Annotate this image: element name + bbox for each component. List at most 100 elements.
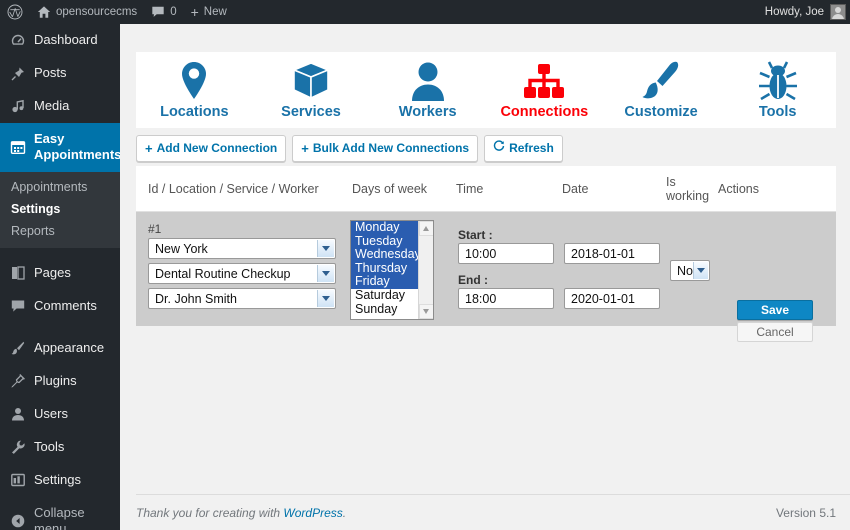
refresh-button[interactable]: Refresh (484, 135, 563, 162)
sidebar-divider (0, 248, 120, 257)
bulk-add-connections-label: Bulk Add New Connections (313, 141, 469, 157)
wordpress-logo-button[interactable] (0, 0, 30, 24)
comments-button[interactable]: 0 (144, 0, 183, 24)
settings-icon (9, 472, 26, 489)
bug-icon (758, 60, 798, 102)
footer-thanks-prefix: Thank you for creating with (136, 506, 283, 520)
nav-item-label: Workers (399, 104, 457, 120)
user-icon (9, 406, 26, 423)
wordpress-link[interactable]: WordPress (283, 506, 342, 520)
sidebar-item-settings[interactable]: Settings (0, 464, 120, 497)
location-select[interactable]: New York (148, 238, 336, 259)
home-icon (37, 5, 51, 19)
sidebar-item-users[interactable]: Users (0, 398, 120, 431)
days-of-week-listbox[interactable]: Monday Tuesday Wednesday Thursday Friday… (350, 220, 434, 320)
bulk-add-connections-button[interactable]: + Bulk Add New Connections (292, 135, 478, 162)
box-icon (291, 60, 331, 102)
add-new-connection-button[interactable]: + Add New Connection (136, 135, 286, 162)
end-date-input[interactable]: 2020-01-01 (564, 288, 660, 309)
nav-item-customize[interactable]: Customize (603, 60, 720, 120)
nav-item-workers[interactable]: Workers (369, 60, 486, 120)
sidebar-item-posts[interactable]: Posts (0, 57, 120, 90)
sidebar-item-label: Posts (34, 65, 67, 81)
end-time-input[interactable]: 18:00 (458, 288, 554, 309)
nav-item-tools[interactable]: Tools (719, 60, 836, 120)
sidebar-item-pages[interactable]: Pages (0, 257, 120, 290)
sidebar-item-label: Pages (34, 265, 71, 281)
start-time-input[interactable]: 10:00 (458, 243, 554, 264)
worker-select-value: Dr. John Smith (155, 292, 237, 306)
main-content: Locations Services Workers Connections (120, 24, 850, 530)
row-id-label: #1 (148, 222, 161, 236)
plus-icon: + (145, 142, 153, 155)
sidebar-item-comments[interactable]: Comments (0, 290, 120, 323)
start-date-input[interactable]: 2018-01-01 (564, 243, 660, 264)
sidebar-item-dashboard[interactable]: Dashboard (0, 24, 120, 57)
paintbrush-icon (9, 340, 26, 357)
submenu-item-appointments[interactable]: Appointments (0, 176, 120, 198)
new-content-button[interactable]: + New (184, 0, 234, 24)
location-select-value: New York (155, 242, 208, 256)
scroll-down-icon[interactable] (419, 304, 434, 319)
sidebar-item-media[interactable]: Media (0, 90, 120, 123)
submenu-item-reports[interactable]: Reports (0, 220, 120, 242)
plus-icon: + (191, 4, 199, 20)
chevron-down-icon (693, 262, 708, 279)
sidebar-item-easy-appointments[interactable]: Easy Appointments (0, 123, 120, 172)
sidebar-item-label: Easy Appointments (34, 131, 121, 164)
cancel-button[interactable]: Cancel (737, 322, 813, 342)
nav-item-locations[interactable]: Locations (136, 60, 253, 120)
pages-icon (9, 265, 26, 282)
chevron-down-icon (317, 290, 334, 307)
is-working-select-value: No (677, 264, 693, 278)
connection-edit-row: #1 New York Dental Routine Checkup Dr. J… (136, 212, 836, 326)
pin-icon (9, 65, 26, 82)
sidebar-item-label: Collapse menu (34, 505, 114, 530)
sidebar-item-plugins[interactable]: Plugins (0, 365, 120, 398)
wrench-icon (9, 439, 26, 456)
admin-sidebar: Dashboard Posts Media Easy Appointments … (0, 24, 120, 530)
collapse-arrow-icon (9, 512, 26, 529)
paintbrush-icon (641, 60, 681, 102)
footer-thanks: Thank you for creating with WordPress. (136, 506, 346, 520)
sidebar-item-tools[interactable]: Tools (0, 431, 120, 464)
service-select-value: Dental Routine Checkup (155, 267, 291, 281)
days-listbox-scrollbar[interactable] (418, 221, 433, 319)
account-menu[interactable]: Howdy, Joe (765, 4, 850, 20)
site-name-button[interactable]: opensourcecms (30, 0, 144, 24)
column-header-days-of-week: Days of week (352, 166, 427, 212)
refresh-label: Refresh (509, 141, 554, 157)
nav-item-label: Connections (500, 104, 588, 120)
admin-page: opensourcecms 0 + New Howdy, Joe Help Da… (0, 0, 850, 530)
column-header-time: Time (456, 166, 483, 212)
howdy-label: Howdy, Joe (765, 6, 824, 18)
sidebar-item-label: Plugins (34, 373, 77, 389)
person-icon (410, 60, 446, 102)
media-icon (9, 98, 26, 115)
sidebar-item-label: Media (34, 98, 69, 114)
action-button-row: + Add New Connection + Bulk Add New Conn… (136, 135, 563, 162)
calendar-icon (9, 139, 26, 156)
nav-item-connections[interactable]: Connections (486, 60, 603, 120)
connections-table-header: Id / Location / Service / Worker Days of… (136, 166, 836, 212)
is-working-select[interactable]: No (670, 260, 710, 281)
nav-item-services[interactable]: Services (253, 60, 370, 120)
sidebar-item-collapse-menu[interactable]: Collapse menu (0, 497, 120, 530)
admin-bar: opensourcecms 0 + New Howdy, Joe (0, 0, 850, 24)
sidebar-item-label: Users (34, 406, 68, 422)
comment-bubble-icon (9, 298, 26, 315)
admin-footer: Thank you for creating with WordPress. V… (136, 494, 850, 530)
save-button[interactable]: Save (737, 300, 813, 320)
sidebar-item-appearance[interactable]: Appearance (0, 332, 120, 365)
footer-version: Version 5.1 (776, 506, 850, 520)
column-header-id-location-service-worker: Id / Location / Service / Worker (148, 166, 319, 212)
wordpress-logo-icon (7, 4, 23, 20)
footer-thanks-suffix: . (343, 506, 346, 520)
submenu-item-settings[interactable]: Settings (0, 198, 120, 220)
worker-select[interactable]: Dr. John Smith (148, 288, 336, 309)
column-header-actions: Actions (718, 166, 759, 212)
scroll-up-icon[interactable] (419, 221, 434, 236)
sidebar-item-label: Comments (34, 298, 97, 314)
plugin-nav-bar: Locations Services Workers Connections (136, 52, 836, 128)
service-select[interactable]: Dental Routine Checkup (148, 263, 336, 284)
